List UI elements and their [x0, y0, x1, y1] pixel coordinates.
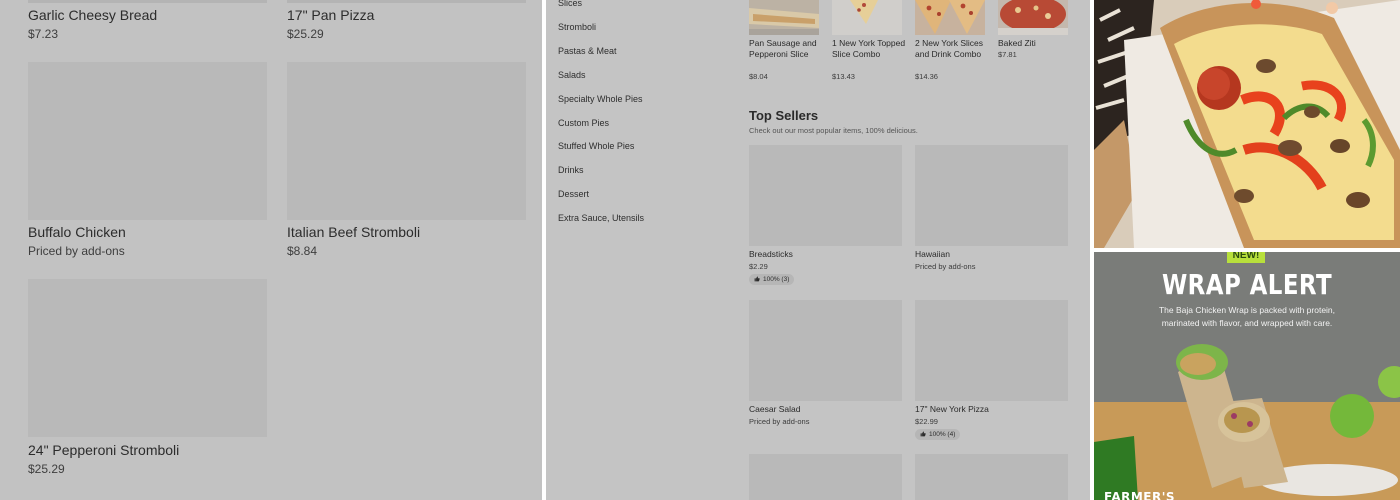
- featured-item-image[interactable]: [832, 0, 902, 35]
- category-nav-item[interactable]: Extra Sauce, Utensils: [558, 213, 644, 223]
- menu-item-image[interactable]: [287, 62, 526, 220]
- menu-item-name[interactable]: 17" Pan Pizza: [287, 7, 374, 23]
- menu-item-image[interactable]: [28, 279, 267, 437]
- pizza-slice-photo: [832, 0, 902, 35]
- menu-item-name[interactable]: Italian Beef Stromboli: [287, 224, 420, 240]
- category-nav-item[interactable]: Drinks: [558, 165, 584, 175]
- section-subtitle: Check out our most popular items, 100% d…: [749, 126, 918, 135]
- category-nav-item[interactable]: Custom Pies: [558, 118, 609, 128]
- featured-item-name[interactable]: Baked Ziti: [998, 38, 1076, 49]
- rating-text: 100% (3): [763, 276, 790, 283]
- pizza-photo-illustration: [1094, 0, 1400, 248]
- image-placeholder-edge: [28, 0, 267, 3]
- promo-banner[interactable]: NEW! WRAP ALERT The Baja Chicken Wrap is…: [1094, 252, 1400, 500]
- top-seller-name[interactable]: 17" New York Pizza: [915, 404, 989, 414]
- featured-item-image[interactable]: [998, 0, 1068, 35]
- top-seller-image[interactable]: [915, 300, 1068, 401]
- category-nav-item[interactable]: Salads: [558, 70, 586, 80]
- section-title: Top Sellers: [749, 108, 819, 123]
- menu-item-image[interactable]: [28, 62, 267, 220]
- featured-item-price: $8.04: [749, 72, 768, 81]
- menu-item-name[interactable]: 24" Pepperoni Stromboli: [28, 442, 179, 458]
- category-nav-item[interactable]: Dessert: [558, 189, 589, 199]
- top-seller-name[interactable]: Hawaiian: [915, 249, 950, 259]
- rating-badge: 100% (4): [915, 429, 961, 440]
- top-seller-price: Priced by add-ons: [915, 262, 976, 271]
- rating-badge: 100% (3): [749, 274, 795, 285]
- top-seller-image[interactable]: [915, 145, 1068, 246]
- top-seller-image[interactable]: [749, 300, 902, 401]
- featured-item-name[interactable]: 2 New York Slices and Drink Combo: [915, 38, 993, 59]
- menu-item-price: $8.84: [287, 244, 318, 258]
- menu-item-price: $25.29: [287, 27, 324, 41]
- menu-item-name[interactable]: Garlic Cheesy Bread: [28, 7, 157, 23]
- category-nav-item[interactable]: Stromboli: [558, 22, 596, 32]
- top-seller-price: $2.29: [749, 262, 768, 271]
- store-menu-panel: Slices Stromboli Pastas & Meat Salads Sp…: [546, 0, 1090, 500]
- pizza-slice-photo: [1094, 0, 1400, 248]
- top-seller-image[interactable]: [915, 454, 1068, 500]
- promo-headline: WRAP ALERT: [1161, 268, 1333, 301]
- top-seller-image[interactable]: [749, 454, 902, 500]
- featured-item-image[interactable]: [915, 0, 985, 35]
- thumbs-up-icon: [754, 275, 760, 284]
- sausage-slice-photo: [749, 0, 819, 35]
- top-seller-name[interactable]: Breadsticks: [749, 249, 793, 259]
- featured-item-price: $7.81: [998, 50, 1017, 59]
- menu-item-price: $7.23: [28, 27, 59, 41]
- featured-item-name[interactable]: 1 New York Topped Slice Combo: [832, 38, 910, 59]
- image-placeholder-edge: [287, 0, 526, 3]
- top-seller-name[interactable]: Caesar Salad: [749, 404, 801, 414]
- top-seller-price: Priced by add-ons: [749, 417, 810, 426]
- category-nav-item[interactable]: Stuffed Whole Pies: [558, 141, 634, 151]
- menu-item-price: $25.29: [28, 462, 65, 476]
- featured-item-price: $14.36: [915, 72, 938, 81]
- category-nav-item[interactable]: Pastas & Meat: [558, 46, 617, 56]
- menu-item-name[interactable]: Buffalo Chicken: [28, 224, 126, 240]
- rating-text: 100% (4): [929, 431, 956, 438]
- brand-wordmark: FARMER'S: [1104, 490, 1176, 500]
- featured-item-name[interactable]: Pan Sausage and Pepperoni Slice: [749, 38, 827, 59]
- two-slices-photo: [915, 0, 985, 35]
- thumbs-up-icon: [920, 430, 926, 439]
- menu-grid-panel: Garlic Cheesy Bread $7.23 17" Pan Pizza …: [0, 0, 542, 500]
- top-seller-price: $22.99: [915, 417, 938, 426]
- featured-item-image[interactable]: [749, 0, 819, 35]
- menu-item-price: Priced by add-ons: [28, 244, 125, 258]
- top-seller-image[interactable]: [749, 145, 902, 246]
- featured-item-price: $13.43: [832, 72, 855, 81]
- category-nav-item[interactable]: Slices: [558, 0, 582, 8]
- category-nav-item[interactable]: Specialty Whole Pies: [558, 94, 643, 104]
- baked-ziti-photo: [998, 0, 1068, 35]
- promo-body: The Baja Chicken Wrap is packed with pro…: [1158, 305, 1336, 328]
- new-badge: NEW!: [1227, 252, 1265, 263]
